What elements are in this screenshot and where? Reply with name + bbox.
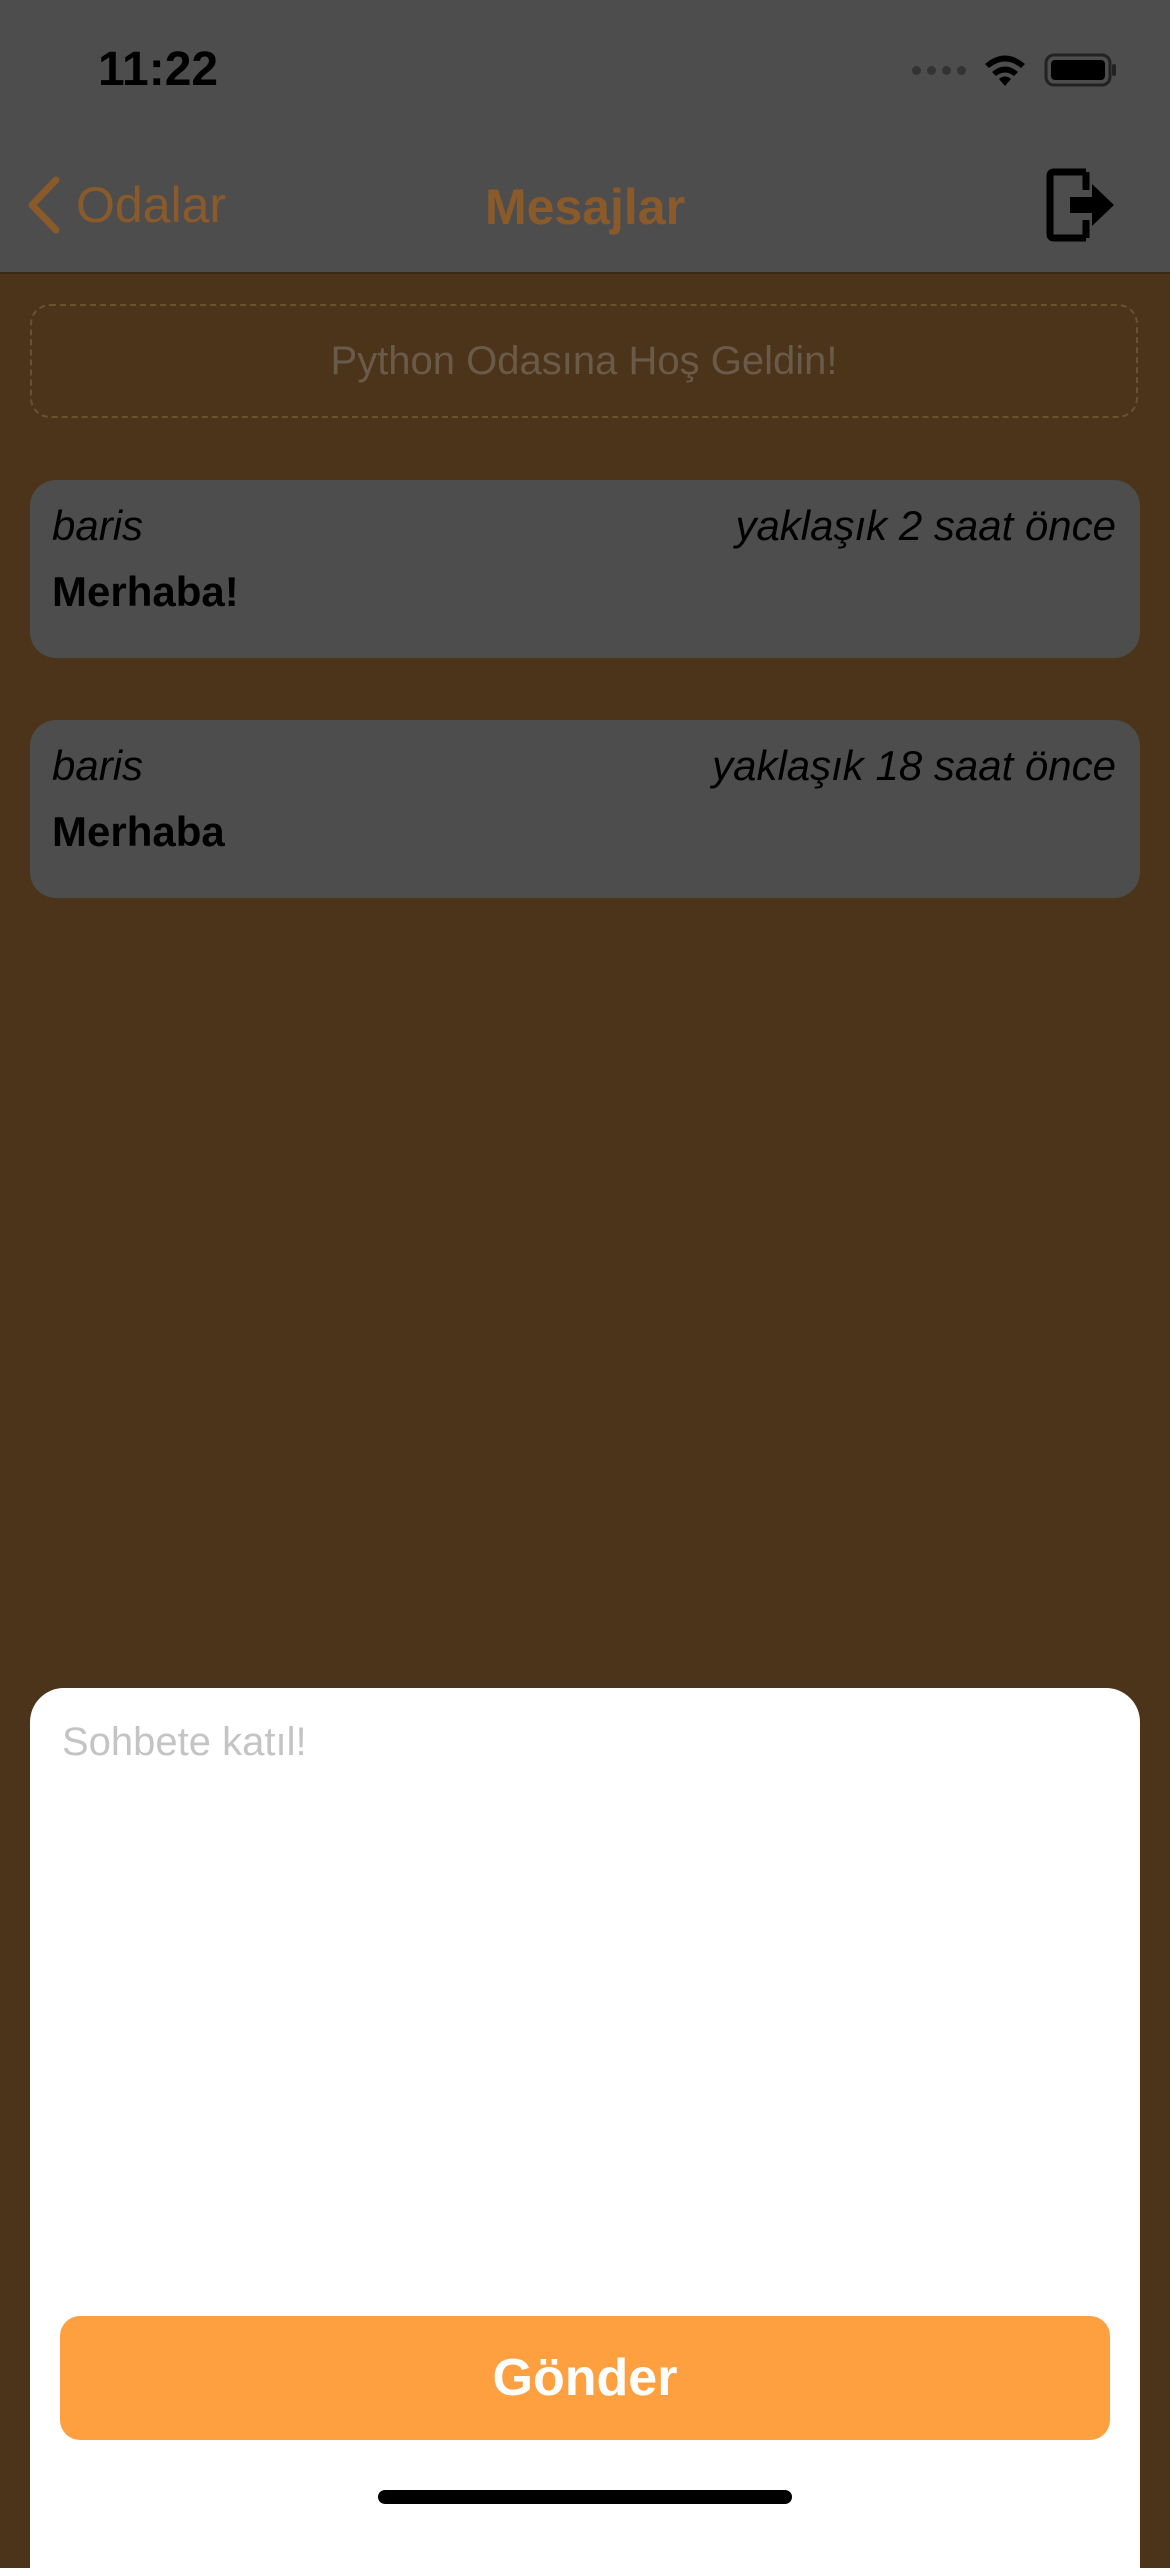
message-timestamp: yaklaşık 18 saat önce bbox=[712, 742, 1116, 789]
message-input[interactable] bbox=[60, 1718, 1104, 2282]
page-title: Mesajlar bbox=[484, 179, 686, 235]
room-welcome-text: Python Odasına Hoş Geldin! bbox=[330, 338, 838, 383]
message-text: Merhaba bbox=[52, 808, 225, 855]
cellular-signal-icon bbox=[912, 65, 966, 75]
message-card: baris yaklaşık 18 saat önce Merhaba bbox=[30, 720, 1140, 898]
compose-sheet: Gönder bbox=[30, 1688, 1140, 2568]
wifi-icon bbox=[985, 55, 1025, 86]
logout-button[interactable] bbox=[1044, 164, 1116, 251]
message-card: baris yaklaşık 2 saat önce Merhaba! bbox=[30, 480, 1140, 658]
status-time: 11:22 bbox=[98, 43, 219, 96]
message-timestamp: yaklaşık 2 saat önce bbox=[735, 502, 1116, 549]
send-button[interactable]: Gönder bbox=[60, 2316, 1110, 2440]
message-text: Merhaba! bbox=[52, 568, 239, 615]
home-indicator[interactable] bbox=[378, 2490, 792, 2504]
navigation-header: 11:22 Odalar Mesajlar bbox=[0, 0, 1170, 274]
message-author: baris bbox=[52, 742, 144, 789]
room-welcome-banner: Python Odasına Hoş Geldin! bbox=[30, 304, 1138, 418]
status-icons bbox=[912, 52, 1118, 88]
message-author: baris bbox=[52, 502, 144, 549]
message-list: baris yaklaşık 2 saat önce Merhaba! bari… bbox=[30, 480, 1140, 960]
battery-icon bbox=[1044, 53, 1116, 87]
logout-icon bbox=[1046, 168, 1114, 242]
